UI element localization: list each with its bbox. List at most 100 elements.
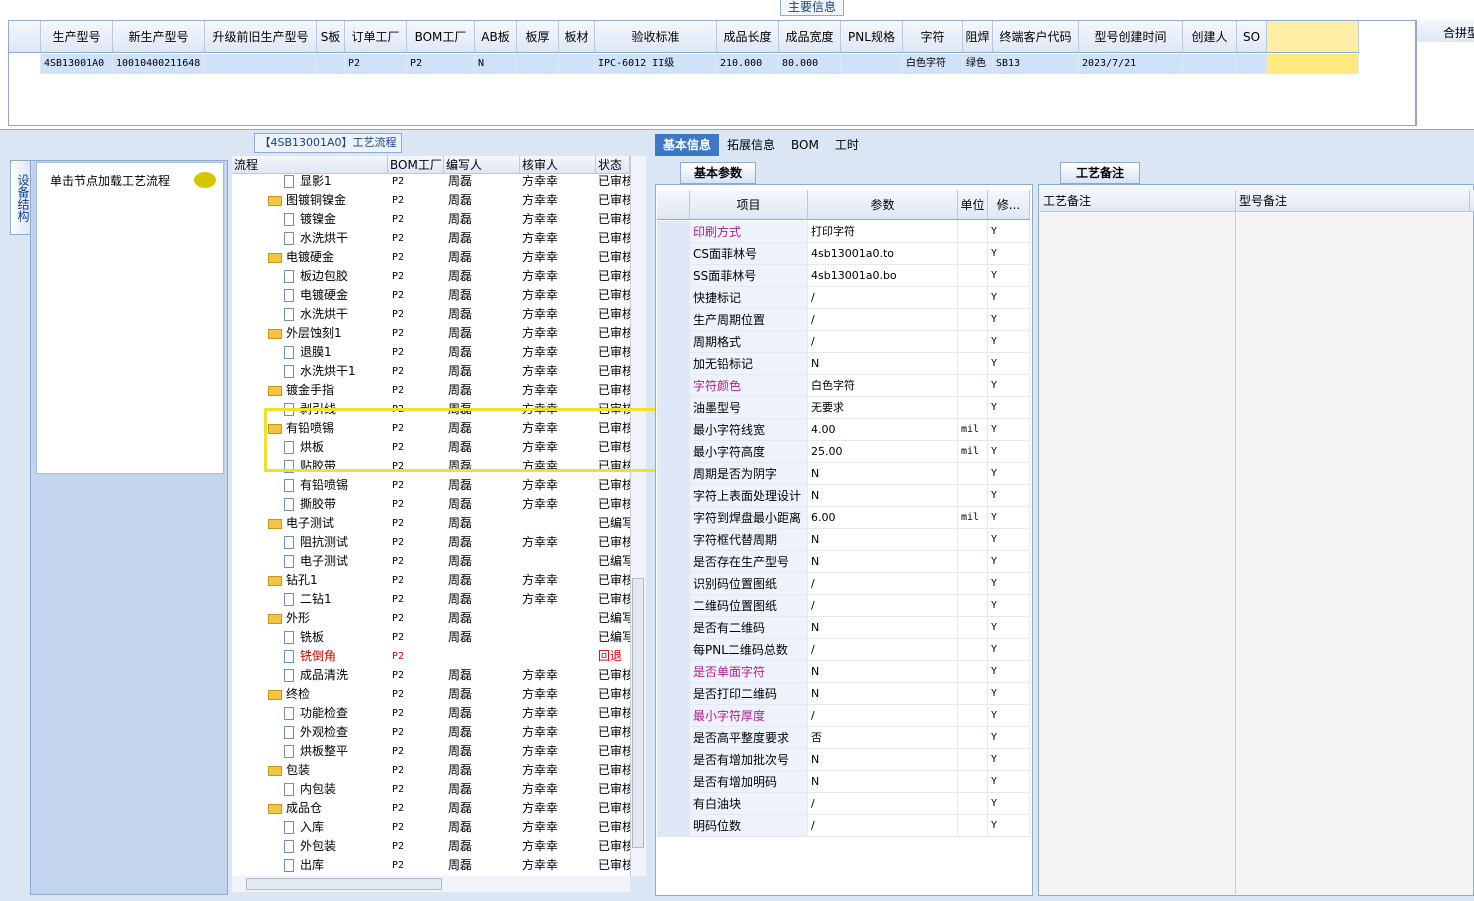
col-header[interactable]: 新生产型号 — [113, 21, 205, 52]
row-selector[interactable] — [657, 661, 690, 682]
tree-node[interactable]: 二钻1 P2 周磊 方幸幸 已审核 — [232, 590, 630, 609]
tree-node[interactable]: 电镀硬金 P2 周磊 方幸幸 已审核 — [232, 248, 630, 267]
param-value[interactable]: 4sb13001a0.to — [808, 243, 958, 264]
cell[interactable] — [559, 54, 595, 74]
col-header[interactable]: 板材 — [559, 21, 595, 52]
process-tree[interactable]: 显影1 P2 周磊 方幸幸 已审核 图镀铜镍金 P2 周磊 方幸幸 已审核 镀镍金 P2 周磊 方幸幸 已审… — [232, 174, 630, 876]
tree-hscroll-thumb[interactable] — [246, 878, 442, 890]
cell[interactable] — [317, 54, 345, 74]
tab-3[interactable]: 工时 — [827, 134, 867, 156]
param-row[interactable]: 明码位数 / Y — [657, 815, 1030, 837]
tree-node[interactable]: 有铅喷锡 P2 周磊 方幸幸 已审核 — [232, 476, 630, 495]
tree-node[interactable]: 镀金手指 P2 周磊 方幸幸 已审核 — [232, 381, 630, 400]
col-header[interactable]: S板 — [317, 21, 345, 52]
param-row[interactable]: 是否有二维码 N Y — [657, 617, 1030, 639]
param-value[interactable]: / — [808, 331, 958, 352]
param-value[interactable]: 否 — [808, 727, 958, 748]
param-value[interactable]: N — [808, 529, 958, 550]
tab-2[interactable]: BOM — [783, 134, 827, 156]
tree-node[interactable]: 电子测试 P2 周磊 已编写 — [232, 552, 630, 571]
row-selector[interactable] — [657, 221, 690, 242]
tree-node[interactable]: 退膜1 P2 周磊 方幸幸 已审核 — [232, 343, 630, 362]
tree-node[interactable]: 水洗烘干 P2 周磊 方幸幸 已审核 — [232, 305, 630, 324]
param-value[interactable]: 25.00 — [808, 441, 958, 462]
param-row[interactable]: 油墨型号 无要求 Y — [657, 397, 1030, 419]
row-selector[interactable] — [657, 375, 690, 396]
param-value[interactable]: 4.00 — [808, 419, 958, 440]
param-row[interactable]: 印刷方式 打印字符 Y — [657, 221, 1030, 243]
tree-node[interactable]: 出库 P2 周磊 方幸幸 已审核 — [232, 856, 630, 875]
row-selector[interactable] — [657, 419, 690, 440]
row-selector[interactable] — [657, 771, 690, 792]
tree-node[interactable]: 撕胶带 P2 周磊 方幸幸 已审核 — [232, 495, 630, 514]
param-row[interactable]: 字符颜色 白色字符 Y — [657, 375, 1030, 397]
tree-node[interactable]: 铣板 P2 周磊 已编写 — [232, 628, 630, 647]
cell[interactable]: N — [475, 54, 517, 74]
param-row[interactable]: 生产周期位置 / Y — [657, 309, 1030, 331]
product-grid-row[interactable]: 4SB13001A0 10010400211648 P2 P2 N IPC-6012 II… — [9, 54, 1359, 74]
tree-node[interactable]: 电镀硬金 P2 周磊 方幸幸 已审核 — [232, 286, 630, 305]
param-value[interactable]: 白色字符 — [808, 375, 958, 396]
param-row[interactable]: 周期是否为阴字 N Y — [657, 463, 1030, 485]
param-value[interactable]: N — [808, 353, 958, 374]
cell[interactable]: 绿色 — [963, 54, 993, 74]
param-value[interactable]: N — [808, 617, 958, 638]
tree-node[interactable]: 烘板整平 P2 周磊 方幸幸 已审核 — [232, 742, 630, 761]
row-selector[interactable] — [657, 727, 690, 748]
row-selector[interactable] — [657, 573, 690, 594]
cell[interactable]: 10010400211648 — [113, 54, 205, 74]
cell[interactable] — [841, 54, 903, 74]
row-selector[interactable] — [657, 441, 690, 462]
tab-1[interactable]: 拓展信息 — [719, 134, 783, 156]
col-header[interactable]: 阻焊 — [963, 21, 993, 52]
remarks-tab[interactable]: 工艺备注 — [1060, 162, 1140, 184]
cell[interactable] — [205, 54, 317, 74]
tree-col-header[interactable]: BOM工厂 — [388, 156, 444, 173]
param-row[interactable]: 识别码位置图纸 / Y — [657, 573, 1030, 595]
param-col-header[interactable]: 修... — [988, 190, 1030, 219]
cell[interactable]: 80.000 — [779, 54, 841, 74]
param-row[interactable]: 二维码位置图纸 / Y — [657, 595, 1030, 617]
param-col-header[interactable]: 参数 — [808, 190, 958, 219]
process-remark-column[interactable] — [1040, 212, 1236, 894]
tree-node[interactable]: 铣倒角 P2 回退 — [232, 647, 630, 666]
basic-params-tab[interactable]: 基本参数 — [680, 162, 756, 184]
param-value[interactable]: / — [808, 705, 958, 726]
col-header[interactable]: BOM工厂 — [407, 21, 475, 52]
param-row[interactable]: 加无铅标记 N Y — [657, 353, 1030, 375]
row-selector[interactable] — [657, 243, 690, 264]
param-value[interactable]: N — [808, 485, 958, 506]
param-value[interactable]: 打印字符 — [808, 221, 958, 242]
cell[interactable] — [1237, 54, 1267, 74]
cell[interactable] — [517, 54, 559, 74]
row-selector[interactable] — [657, 287, 690, 308]
col-header[interactable]: 验收标准 — [595, 21, 717, 52]
param-value[interactable]: N — [808, 551, 958, 572]
tree-node[interactable]: 外层蚀刻1 P2 周磊 方幸幸 已审核 — [232, 324, 630, 343]
param-value[interactable]: N — [808, 771, 958, 792]
col-header[interactable]: 终端客户代码 — [993, 21, 1079, 52]
cell[interactable]: 4SB13001A0 — [41, 54, 113, 74]
equipment-structure-tab[interactable]: 设备结构 — [10, 160, 32, 235]
param-value[interactable]: N — [808, 683, 958, 704]
tree-node[interactable]: 水洗烘干 P2 周磊 方幸幸 已审核 — [232, 229, 630, 248]
param-row[interactable]: 是否单面字符 N Y — [657, 661, 1030, 683]
tree-node[interactable]: 水洗烘干1 P2 周磊 方幸幸 已审核 — [232, 362, 630, 381]
param-value[interactable]: / — [808, 595, 958, 616]
param-value[interactable]: 4sb13001a0.bo — [808, 265, 958, 286]
tree-node[interactable]: 图镀铜镍金 P2 周磊 方幸幸 已审核 — [232, 191, 630, 210]
param-row[interactable]: 是否打印二维码 N Y — [657, 683, 1030, 705]
param-row[interactable]: 字符到焊盘最小距离 6.00 mil Y — [657, 507, 1030, 529]
main-info-title[interactable]: 主要信息 — [780, 0, 844, 16]
row-selector[interactable] — [657, 617, 690, 638]
param-value[interactable]: N — [808, 463, 958, 484]
param-row[interactable]: 有白油块 / Y — [657, 793, 1030, 815]
param-col-header[interactable]: 单位 — [958, 190, 988, 219]
row-selector[interactable] — [657, 595, 690, 616]
row-selector[interactable] — [657, 749, 690, 770]
param-row[interactable]: SS面菲林号 4sb13001a0.bo Y — [657, 265, 1030, 287]
cell[interactable]: 2023/7/21 — [1079, 54, 1183, 74]
param-value[interactable]: 6.00 — [808, 507, 958, 528]
tree-node[interactable]: 钻孔1 P2 周磊 方幸幸 已审核 — [232, 571, 630, 590]
tree-node[interactable]: 镀镍金 P2 周磊 方幸幸 已审核 — [232, 210, 630, 229]
